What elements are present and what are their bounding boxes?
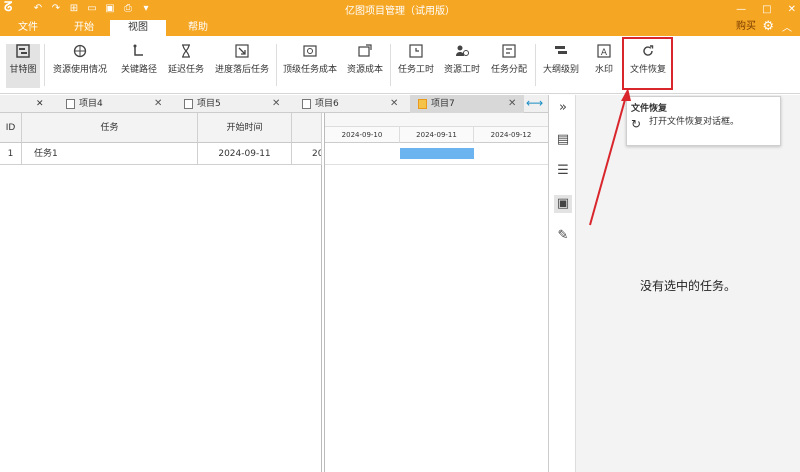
resource-cost-button[interactable]: 资源成本 — [344, 44, 386, 88]
file-recovery-tooltip: 文件恢复 ↻ 打开文件恢复对话框。 — [626, 96, 781, 146]
arrow-down-right-icon — [235, 44, 249, 58]
doc-tab[interactable]: 项目5 ✕ — [184, 95, 288, 113]
doc-tab[interactable]: 项目6 ✕ — [302, 95, 406, 113]
behind-schedule-button[interactable]: 进度落后任务 — [212, 44, 272, 88]
tab-close-icon[interactable]: ✕ — [390, 95, 398, 113]
top-task-cost-button[interactable]: 顶级任务成本 — [280, 44, 340, 88]
delayed-tasks-button[interactable]: 延迟任务 — [164, 44, 208, 88]
cell-start[interactable]: 2024-09-11 — [198, 143, 292, 165]
gantt-chart: 2024-09-10 2024-09-11 2024-09-12 — [324, 113, 549, 472]
file-icon — [418, 98, 427, 109]
gantt-header-top — [325, 113, 549, 127]
gear-icon[interactable]: ⚙ — [762, 19, 774, 34]
tab-close-icon[interactable]: ✕ — [154, 95, 162, 113]
brush-icon[interactable]: ✎ — [554, 227, 572, 245]
right-sidebar: » ▤ ☰ ▣ ✎ — [549, 95, 576, 472]
cell-task[interactable]: 任务1 — [22, 143, 198, 165]
tab-close-icon[interactable]: ✕ — [508, 95, 516, 113]
column-header-id[interactable]: ID — [0, 113, 22, 143]
gantt-icon — [16, 44, 30, 58]
outline-icon — [555, 46, 567, 54]
ribbon: 甘特图 资源使用情况 关键路径 延迟任务 进度落后任务 顶级任务成本 资源成本 … — [0, 36, 800, 94]
doc-tab-active[interactable]: 项目7 ✕ — [410, 95, 524, 113]
highlight-box — [622, 37, 673, 90]
resource-usage-button[interactable]: 资源使用情况 — [50, 44, 110, 88]
gantt-chart-button[interactable]: 甘特图 — [6, 44, 40, 88]
tab-home[interactable]: 开始 — [56, 20, 112, 36]
swap-arrows-icon[interactable]: ⟷ — [526, 96, 546, 110]
file-icon — [184, 98, 193, 109]
document-icon[interactable]: ▣ — [554, 195, 572, 213]
path-icon — [133, 44, 143, 56]
gantt-date: 2024-09-12 — [474, 127, 549, 143]
minimize-icon[interactable]: — — [736, 4, 746, 15]
cell-id[interactable]: 1 — [0, 143, 22, 165]
gantt-date: 2024-09-10 — [325, 127, 400, 143]
ribbon-separator — [44, 44, 45, 86]
column-header-next[interactable] — [292, 113, 322, 143]
assignment-icon — [502, 44, 516, 58]
file-icon — [66, 98, 75, 109]
tooltip-title: 文件恢复 — [631, 104, 668, 114]
ribbon-separator — [276, 44, 277, 86]
gantt-date: 2024-09-11 — [400, 127, 474, 143]
buy-link[interactable]: 购买 — [736, 20, 756, 34]
title-bar: ᘔ ↶ ↷ ⊞ ▭ ▣ ⎙ ▾ 亿图项目管理（试用版） — □ ✕ — [0, 0, 800, 18]
document-tabs: ✕ 项目4 ✕ 项目5 ✕ 项目6 ✕ 项目7 ✕ — [0, 95, 548, 113]
refresh-icon: ↻ — [631, 117, 642, 131]
properties-icon[interactable]: ▤ — [554, 131, 572, 149]
list-icon[interactable]: ☰ — [554, 162, 572, 180]
window-title: 亿图项目管理（试用版） — [345, 6, 455, 17]
menu-bar: 文件 开始 视图 帮助 购买 ⚙ ︿ — [0, 18, 800, 36]
no-task-selected-message: 没有选中的任务。 — [639, 279, 736, 293]
column-header-start[interactable]: 开始时间 — [198, 113, 292, 143]
critical-path-button[interactable]: 关键路径 — [118, 44, 160, 88]
maximize-icon[interactable]: □ — [762, 4, 771, 15]
user-clock-icon — [456, 45, 469, 56]
collapse-panel-icon[interactable]: » — [554, 99, 572, 117]
file-icon — [302, 98, 311, 109]
ribbon-separator — [535, 44, 536, 86]
clock-icon — [409, 44, 423, 58]
resource-cost-icon — [358, 44, 372, 57]
close-icon[interactable]: ✕ — [788, 4, 796, 15]
outline-level-button[interactable]: 大纲级别 — [540, 44, 582, 88]
doc-tab[interactable]: 项目4 ✕ — [66, 95, 170, 113]
task-property-panel: 没有选中的任务。 — [576, 95, 800, 472]
ribbon-separator — [390, 44, 391, 86]
tab-help[interactable]: 帮助 — [170, 20, 226, 36]
watermark-button[interactable]: A 水印 — [588, 44, 620, 88]
hourglass-icon — [182, 44, 190, 58]
tab-view[interactable]: 视图 — [110, 20, 166, 36]
gantt-task-bar[interactable] — [400, 148, 474, 159]
tooltip-description: 打开文件恢复对话框。 — [649, 117, 740, 127]
cost-icon — [303, 45, 317, 57]
globe-icon — [73, 44, 87, 58]
svg-text:A: A — [601, 48, 608, 58]
column-header-task[interactable]: 任务 — [22, 113, 198, 143]
task-table: ID 任务 开始时间 1 任务1 2024-09-11 20 — [0, 113, 322, 472]
watermark-icon: A — [597, 44, 611, 58]
chevron-up-icon[interactable]: ︿ — [782, 19, 792, 34]
task-assignment-button[interactable]: 任务分配 — [487, 44, 531, 88]
tab-file[interactable]: 文件 — [0, 20, 56, 36]
tab-close-icon[interactable]: ✕ — [272, 95, 280, 113]
task-hours-button[interactable]: 任务工时 — [395, 44, 437, 88]
resource-hours-button[interactable]: 资源工时 — [441, 44, 483, 88]
cell-next[interactable]: 20 — [292, 143, 322, 165]
window-controls: — □ ✕ — [736, 0, 796, 18]
tab-close-icon[interactable]: ✕ — [36, 95, 44, 113]
